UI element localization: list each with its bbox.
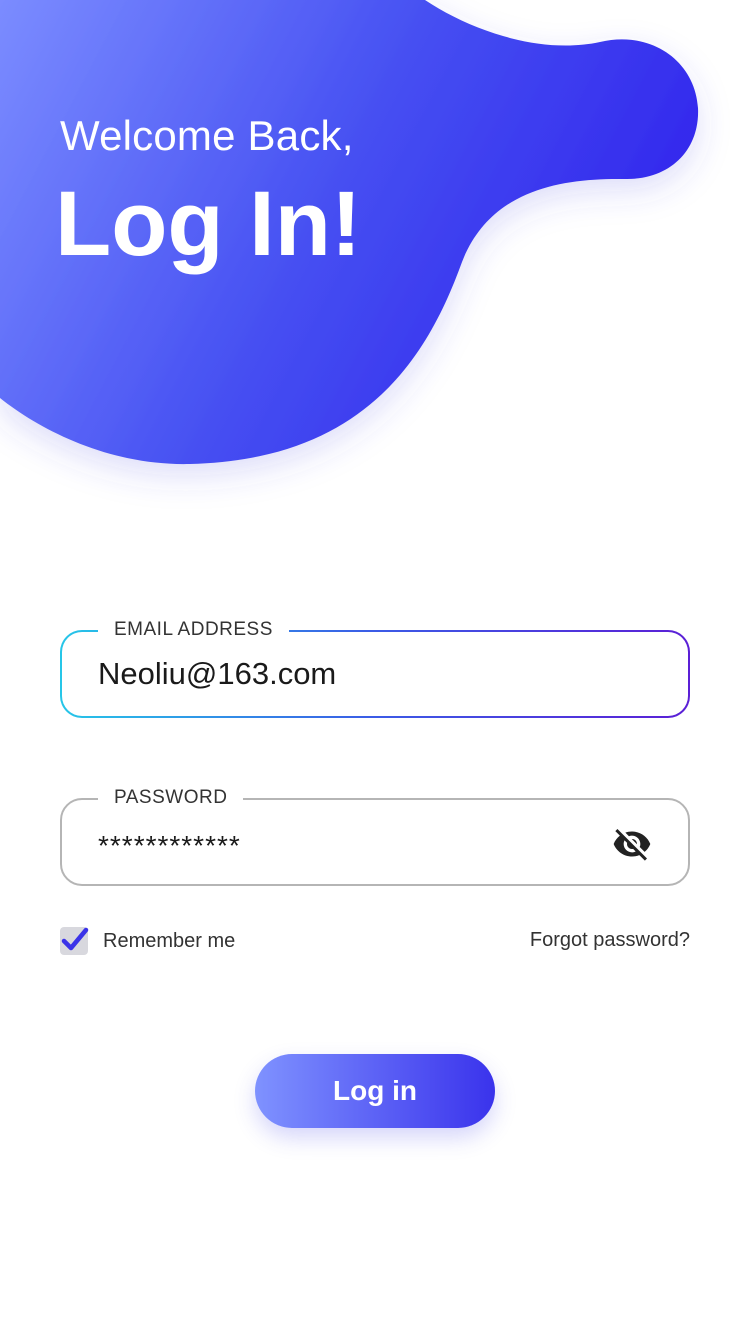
remember-me-checkbox[interactable]: Remember me — [60, 926, 235, 956]
email-input[interactable]: Neoliu@163.com — [98, 652, 336, 696]
eye-off-icon[interactable] — [612, 824, 652, 864]
login-button[interactable]: Log in — [255, 1054, 495, 1128]
email-field[interactable]: EMAIL ADDRESS Neoliu@163.com — [60, 618, 690, 718]
welcome-text: Welcome Back, — [60, 112, 354, 159]
page-title: Log In! — [55, 173, 362, 275]
password-field[interactable]: PASSWORD ************ — [60, 786, 690, 886]
email-field-label: EMAIL ADDRESS — [98, 618, 289, 642]
forgot-password-link[interactable]: Forgot password? — [530, 929, 690, 952]
remember-me-label: Remember me — [103, 929, 236, 952]
password-input[interactable]: ************ — [98, 824, 241, 868]
checkbox-checked-icon[interactable] — [60, 927, 89, 955]
password-field-label: PASSWORD — [98, 786, 244, 810]
